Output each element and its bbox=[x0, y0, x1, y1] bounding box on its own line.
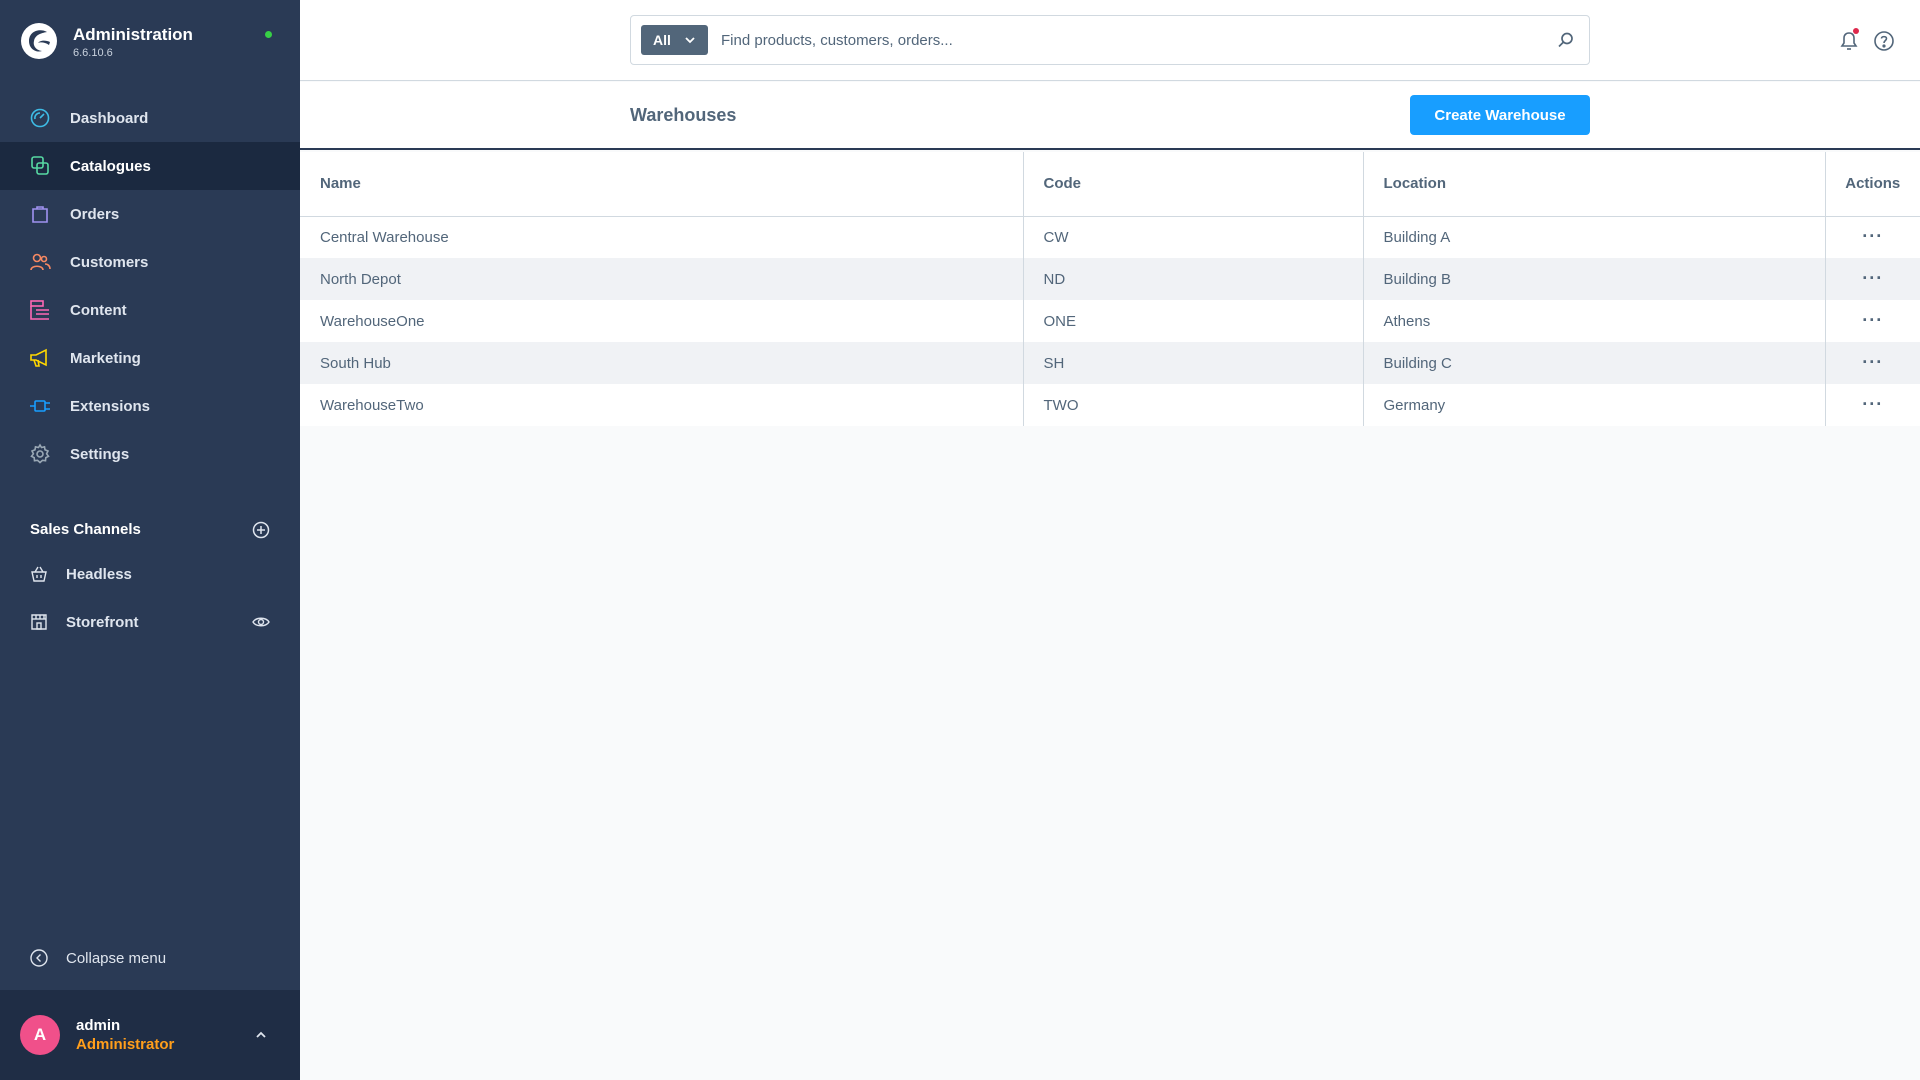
nav-label: Catalogues bbox=[70, 157, 151, 175]
add-circle-icon[interactable] bbox=[252, 521, 270, 539]
cell-actions: ··· bbox=[1824, 300, 1920, 342]
page-title: Warehouses bbox=[630, 105, 737, 125]
column-header-location[interactable]: Location bbox=[1363, 152, 1825, 217]
collapse-label: Collapse menu bbox=[66, 949, 167, 967]
cell-actions: ··· bbox=[1824, 342, 1920, 384]
nav-label: Customers bbox=[70, 253, 149, 271]
cell-code: TWO bbox=[1023, 384, 1364, 426]
cell-name: South Hub bbox=[300, 342, 1024, 384]
nav-item-extensions[interactable]: Extensions bbox=[0, 382, 300, 430]
storefront-icon bbox=[29, 612, 49, 632]
search-icon[interactable] bbox=[1557, 31, 1575, 49]
page-header: Warehouses Create Warehouse bbox=[300, 82, 1920, 150]
column-header-code[interactable]: Code bbox=[1023, 152, 1364, 217]
plug-icon bbox=[29, 395, 51, 417]
top-bar: All bbox=[300, 0, 1920, 81]
cell-code: SH bbox=[1023, 342, 1364, 384]
cell-location: Building C bbox=[1363, 342, 1825, 384]
row-actions-button[interactable]: ··· bbox=[1862, 227, 1883, 245]
status-dot bbox=[265, 31, 272, 38]
table-row[interactable]: South Hub SH Building C ··· bbox=[300, 342, 1920, 384]
create-warehouse-button[interactable]: Create Warehouse bbox=[1410, 95, 1590, 135]
nav-item-customers[interactable]: Customers bbox=[0, 238, 300, 286]
nav-item-content[interactable]: Content bbox=[0, 286, 300, 334]
main-nav: Dashboard Catalogues Orders Customers Co… bbox=[0, 94, 300, 478]
nav-item-orders[interactable]: Orders bbox=[0, 190, 300, 238]
cell-code: CW bbox=[1023, 216, 1364, 258]
sales-channels-header: Sales Channels bbox=[29, 519, 274, 541]
cell-actions: ··· bbox=[1824, 216, 1920, 258]
table-header-row: Name Code Location Actions bbox=[300, 152, 1920, 217]
nav-label: Settings bbox=[70, 445, 130, 463]
cell-location: Germany bbox=[1383, 396, 1446, 414]
sales-channel-storefront[interactable]: Storefront bbox=[29, 608, 274, 636]
nav-label: Orders bbox=[70, 205, 120, 223]
table-row[interactable]: North Depot ND Building B ··· bbox=[300, 258, 1920, 300]
nav-label: Dashboard bbox=[70, 109, 149, 127]
app-title: Administration bbox=[73, 25, 193, 44]
cell-name: WarehouseOne bbox=[300, 300, 1024, 342]
table-row[interactable]: Central Warehouse CW Building A ··· bbox=[300, 216, 1920, 258]
row-actions-button[interactable]: ··· bbox=[1862, 311, 1883, 329]
row-actions-button[interactable]: ··· bbox=[1862, 395, 1883, 413]
sales-channel-label: Headless bbox=[66, 565, 132, 583]
user-role: Administrator bbox=[76, 1036, 175, 1053]
nav-item-settings[interactable]: Settings bbox=[0, 430, 300, 478]
column-header-actions: Actions bbox=[1824, 152, 1920, 217]
cell-name: North Depot bbox=[300, 258, 1024, 300]
notification-badge bbox=[1853, 28, 1859, 34]
chevron-left-circle-icon bbox=[30, 949, 48, 967]
search-type-label: All bbox=[653, 32, 671, 48]
cell-location: Athens bbox=[1383, 312, 1431, 330]
cell-code: ONE bbox=[1023, 300, 1364, 342]
table-row[interactable]: WarehouseTwo TWO Germany ··· bbox=[300, 384, 1920, 426]
user-name: admin bbox=[76, 1017, 121, 1034]
cell-name: WarehouseTwo bbox=[300, 384, 1024, 426]
chevron-down-icon bbox=[685, 37, 695, 44]
row-actions-button[interactable]: ··· bbox=[1862, 269, 1883, 287]
brand: Administration 6.6.10.6 bbox=[20, 22, 280, 66]
notifications-button[interactable] bbox=[1838, 28, 1860, 53]
sidebar: Administration 6.6.10.6 Dashboard Catalo… bbox=[0, 0, 300, 1080]
sales-channel-label: Storefront bbox=[66, 613, 139, 631]
table-row[interactable]: WarehouseOne ONE Athens ··· bbox=[300, 300, 1920, 342]
nav-label: Marketing bbox=[70, 349, 141, 367]
collapse-menu-button[interactable]: Collapse menu bbox=[29, 944, 166, 972]
warehouses-table: Name Code Location Actions Central Wareh… bbox=[300, 152, 1920, 426]
products-icon bbox=[29, 155, 51, 177]
gear-icon bbox=[29, 443, 51, 465]
app-version: 6.6.10.6 bbox=[73, 47, 113, 59]
column-header-name[interactable]: Name bbox=[300, 152, 1024, 217]
avatar: A bbox=[20, 1015, 60, 1055]
search-input[interactable] bbox=[721, 26, 1521, 54]
cell-location: Building A bbox=[1383, 228, 1451, 246]
cell-actions: ··· bbox=[1824, 384, 1920, 426]
search-type-select[interactable]: All bbox=[641, 25, 708, 55]
gauge-icon bbox=[29, 107, 51, 129]
cell-actions: ··· bbox=[1824, 258, 1920, 300]
eye-icon[interactable] bbox=[252, 614, 270, 630]
nav-label: Extensions bbox=[70, 397, 151, 415]
user-panel[interactable]: A admin Administrator bbox=[0, 990, 300, 1080]
global-search: All bbox=[630, 15, 1590, 65]
shopping-bag-icon bbox=[29, 203, 51, 225]
megaphone-icon bbox=[29, 347, 51, 369]
chevron-up-icon[interactable] bbox=[254, 1028, 268, 1042]
nav-item-catalogues[interactable]: Catalogues bbox=[0, 142, 300, 190]
cell-location: Building B bbox=[1363, 258, 1825, 300]
sales-channels-title: Sales Channels bbox=[30, 521, 141, 538]
content-icon bbox=[29, 299, 51, 321]
cell-name: Central Warehouse bbox=[300, 216, 1024, 258]
cell-code: ND bbox=[1023, 258, 1364, 300]
row-actions-button[interactable]: ··· bbox=[1862, 353, 1883, 371]
shopware-logo-icon bbox=[21, 23, 57, 59]
sales-channel-headless[interactable]: Headless bbox=[29, 560, 274, 588]
help-icon[interactable] bbox=[1873, 30, 1895, 52]
basket-icon bbox=[29, 564, 49, 584]
users-icon bbox=[29, 251, 51, 273]
nav-item-dashboard[interactable]: Dashboard bbox=[0, 94, 300, 142]
nav-item-marketing[interactable]: Marketing bbox=[0, 334, 300, 382]
nav-label: Content bbox=[70, 301, 127, 319]
